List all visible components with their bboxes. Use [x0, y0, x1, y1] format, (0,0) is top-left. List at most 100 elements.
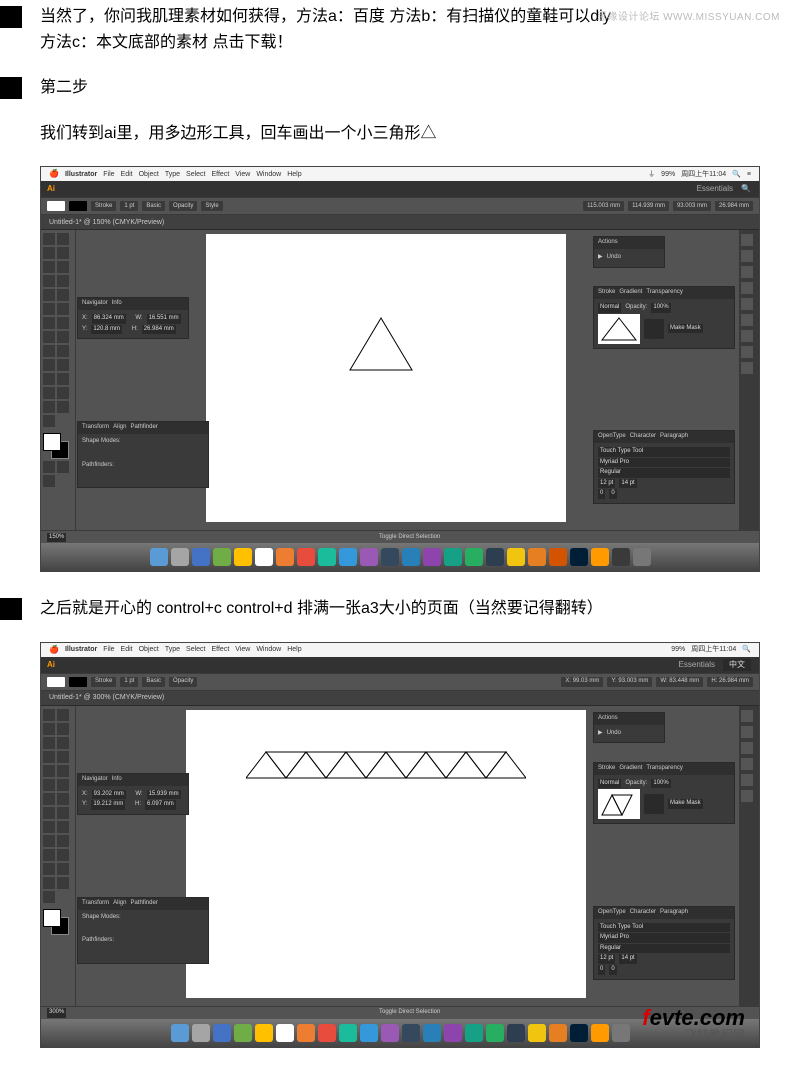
- drawing-mode[interactable]: [57, 461, 69, 473]
- exclude-icon[interactable]: [130, 923, 142, 935]
- zoom-tool[interactable]: [43, 415, 55, 427]
- document-tab[interactable]: Untitled-1* @ 150% (CMYK/Preview): [41, 215, 759, 230]
- dock-appstore-icon[interactable]: [423, 1024, 441, 1042]
- menu-icon[interactable]: ≡: [747, 169, 751, 180]
- leading[interactable]: 14 pt: [619, 479, 636, 489]
- eraser-tool[interactable]: [43, 779, 55, 791]
- selection-tool[interactable]: [43, 709, 55, 721]
- dock-app-icon[interactable]: [402, 1024, 420, 1042]
- kerning[interactable]: 0: [598, 965, 605, 975]
- layers-panel-icon[interactable]: [741, 330, 753, 342]
- dock-app-icon[interactable]: [318, 548, 336, 566]
- dock-app-icon[interactable]: [360, 1024, 378, 1042]
- menu-view[interactable]: View: [235, 169, 250, 180]
- pathfinder-panel[interactable]: Transform Align Pathfinder Shape Modes: …: [77, 421, 209, 488]
- dock-app-icon[interactable]: [444, 548, 462, 566]
- eyedropper-tool[interactable]: [57, 359, 69, 371]
- character-panel[interactable]: OpenType Character Paragraph Touch Type …: [593, 430, 735, 504]
- actions-panel[interactable]: Actions ▶ Undo: [593, 236, 665, 267]
- direct-select-tool[interactable]: [57, 709, 69, 721]
- ctrl-stroke[interactable]: Stroke: [91, 201, 116, 211]
- lasso-tool[interactable]: [57, 723, 69, 735]
- search-icon[interactable]: 🔍: [732, 169, 741, 180]
- stroke-tab[interactable]: Stroke: [598, 288, 615, 298]
- menu-file[interactable]: File: [103, 169, 114, 180]
- perspective-tool[interactable]: [43, 345, 55, 357]
- zoom-tool[interactable]: [43, 891, 55, 903]
- dock-itunes-icon[interactable]: [381, 1024, 399, 1042]
- transform-tab[interactable]: Transform: [82, 423, 109, 433]
- magic-wand-tool[interactable]: [43, 723, 55, 735]
- dock-app-icon[interactable]: [549, 548, 567, 566]
- eraser-tool[interactable]: [43, 303, 55, 315]
- color-mode[interactable]: [43, 461, 55, 473]
- dock-safari-icon[interactable]: [213, 1024, 231, 1042]
- dock-app-icon[interactable]: [297, 548, 315, 566]
- exclude-icon[interactable]: [130, 448, 142, 460]
- font-style[interactable]: Regular: [598, 468, 730, 478]
- dock-app-icon[interactable]: [507, 548, 525, 566]
- pencil-tool[interactable]: [57, 765, 69, 777]
- ctrl-stroke[interactable]: Stroke: [91, 677, 116, 687]
- zoom-level[interactable]: 300%: [47, 1008, 66, 1018]
- artboard-tool[interactable]: [57, 863, 69, 875]
- minus-back-icon[interactable]: [162, 471, 174, 483]
- direct-select-tool[interactable]: [57, 233, 69, 245]
- stroke-panel[interactable]: Stroke Gradient Transparency Normal Opac…: [593, 762, 735, 824]
- dock-app-icon[interactable]: [549, 1024, 567, 1042]
- perspective-tool[interactable]: [43, 821, 55, 833]
- search-icon[interactable]: 🔍: [742, 644, 751, 655]
- mask-thumb[interactable]: [644, 319, 664, 339]
- intersect-icon[interactable]: [114, 448, 126, 460]
- stroke-panel-icon[interactable]: [741, 298, 753, 310]
- font-size[interactable]: 12 pt: [598, 954, 615, 964]
- dock-finder-icon[interactable]: [150, 548, 168, 566]
- shape-builder-tool[interactable]: [57, 331, 69, 343]
- opacity-value[interactable]: 100%: [651, 779, 670, 789]
- ctrl-y[interactable]: 114.939 mm: [628, 201, 669, 211]
- dock-photoshop-icon[interactable]: [570, 548, 588, 566]
- brush-tool[interactable]: [43, 289, 55, 301]
- align-tab[interactable]: Align: [113, 899, 126, 909]
- gradient-panel-icon[interactable]: [741, 314, 753, 326]
- symbols-panel-icon[interactable]: [741, 758, 753, 770]
- ctrl-opacity[interactable]: Opacity: [169, 201, 197, 211]
- mask-thumb[interactable]: [644, 794, 664, 814]
- ctrl-w[interactable]: 93.003 mm: [673, 201, 711, 211]
- tracking[interactable]: 0: [609, 965, 616, 975]
- actions-panel[interactable]: Actions ▶ Undo: [593, 712, 665, 743]
- crop-icon[interactable]: [130, 471, 142, 483]
- swatches-panel-icon[interactable]: [741, 726, 753, 738]
- divide-icon[interactable]: [82, 471, 94, 483]
- scale-tool[interactable]: [43, 793, 55, 805]
- kerning[interactable]: 0: [598, 489, 605, 499]
- dock-app-icon[interactable]: [465, 548, 483, 566]
- ctrl-y[interactable]: Y: 93.003 mm: [607, 677, 652, 687]
- make-mask-button[interactable]: Make Mask: [668, 324, 703, 334]
- menu-file[interactable]: File: [103, 644, 114, 655]
- unite-icon[interactable]: [82, 923, 94, 935]
- gradient-tool[interactable]: [43, 835, 55, 847]
- info-tab[interactable]: Info: [112, 299, 122, 309]
- divide-icon[interactable]: [82, 947, 94, 959]
- menu-window[interactable]: Window: [256, 644, 281, 655]
- dock-app-icon[interactable]: [318, 1024, 336, 1042]
- fill-stroke-swatch[interactable]: [43, 909, 69, 935]
- menu-help[interactable]: Help: [287, 644, 301, 655]
- character-tab[interactable]: Character: [630, 908, 656, 918]
- gradient-tab[interactable]: Gradient: [619, 288, 642, 298]
- search-icon[interactable]: 🔍: [741, 183, 751, 196]
- navigator-tab[interactable]: Navigator: [82, 299, 108, 309]
- fill-stroke-swatch[interactable]: [43, 433, 69, 459]
- dock-app-icon[interactable]: [255, 1024, 273, 1042]
- dock-calendar-icon[interactable]: [255, 548, 273, 566]
- opentype-tab[interactable]: OpenType: [598, 908, 626, 918]
- dock-app-icon[interactable]: [486, 548, 504, 566]
- menu-object[interactable]: Object: [139, 644, 159, 655]
- zoom-level[interactable]: 150%: [47, 533, 66, 543]
- pen-tool[interactable]: [43, 737, 55, 749]
- dock-app-icon[interactable]: [507, 1024, 525, 1042]
- stroke-panel[interactable]: Stroke Gradient Transparency Normal Opac…: [593, 286, 735, 348]
- swatches-panel-icon[interactable]: [741, 250, 753, 262]
- font-size[interactable]: 12 pt: [598, 479, 615, 489]
